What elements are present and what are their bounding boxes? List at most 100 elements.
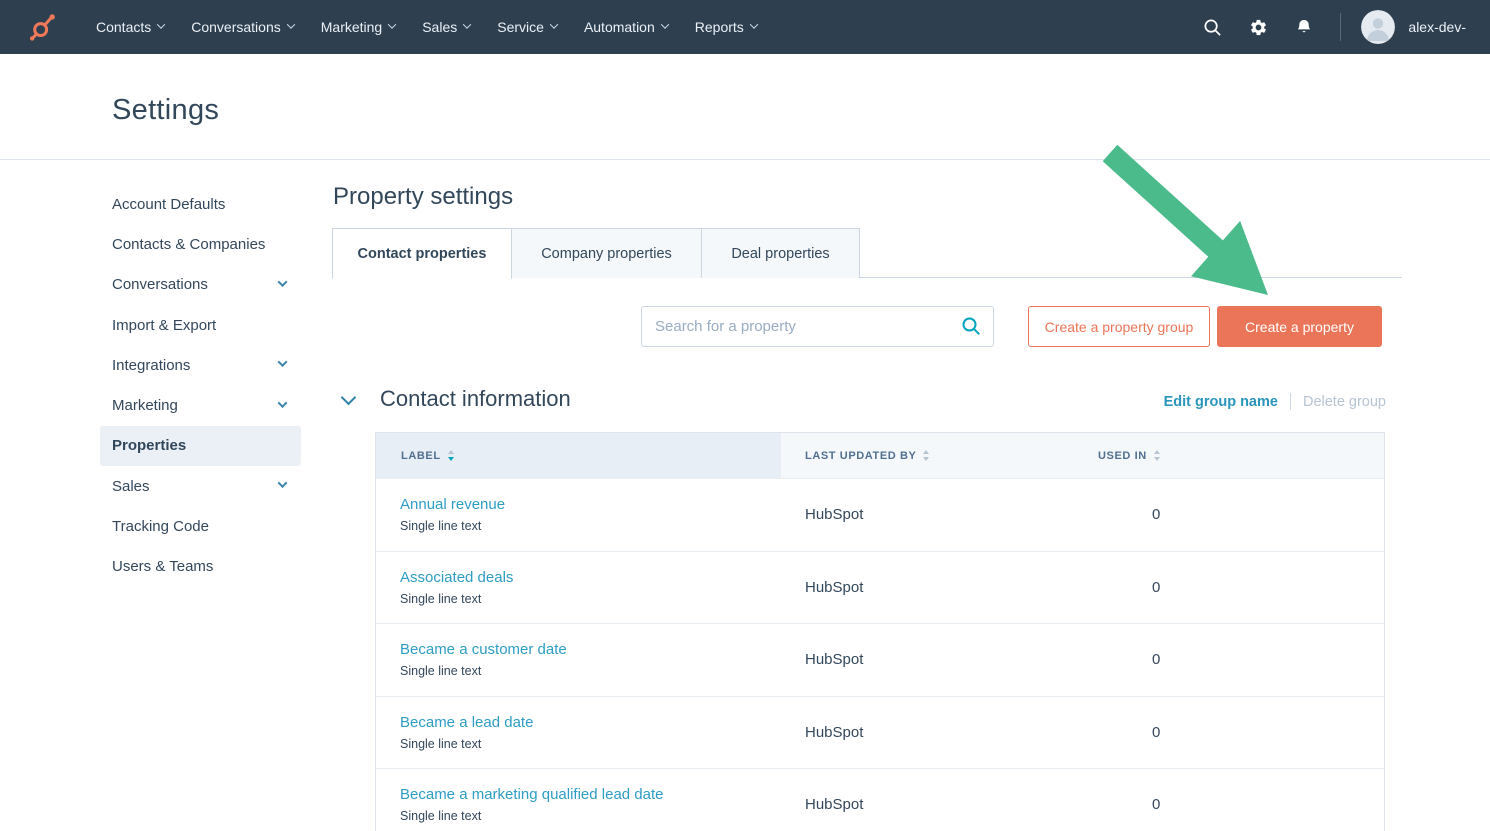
property-name-link[interactable]: Became a marketing qualified lead date	[400, 786, 781, 803]
sidebar-item-account-defaults[interactable]: Account Defaults	[100, 184, 301, 224]
sidebar-item-label: Properties	[112, 437, 186, 454]
chevron-down-icon	[463, 20, 471, 28]
updated-by-value: HubSpot	[781, 769, 1098, 831]
property-type: Single line text	[400, 737, 781, 751]
property-type: Single line text	[400, 664, 781, 678]
settings-sidebar: Account Defaults Contacts & Companies Co…	[100, 184, 301, 587]
sort-icon	[1154, 450, 1160, 461]
table-row: Associated deals Single line text HubSpo…	[376, 551, 1384, 624]
create-property-button[interactable]: Create a property	[1217, 306, 1382, 347]
hubspot-logo-icon[interactable]	[28, 12, 58, 42]
contact-information-group-header: Contact information Edit group name Dele…	[332, 384, 1402, 418]
gear-icon[interactable]	[1248, 17, 1268, 37]
nav-item-marketing[interactable]: Marketing	[321, 19, 395, 35]
sidebar-item-users-teams[interactable]: Users & Teams	[100, 547, 301, 587]
property-search	[641, 306, 994, 347]
sidebar-item-label: Sales	[112, 478, 150, 495]
chevron-down-icon	[550, 20, 558, 28]
property-name-link[interactable]: Associated deals	[400, 569, 781, 586]
updated-by-value: HubSpot	[781, 479, 1098, 551]
section-title: Property settings	[333, 183, 513, 211]
property-search-input[interactable]	[641, 306, 994, 347]
sort-icon	[923, 450, 929, 461]
nav-item-sales[interactable]: Sales	[422, 19, 470, 35]
tab-deal-properties[interactable]: Deal properties	[702, 228, 860, 278]
page-title: Settings	[112, 94, 219, 127]
edit-group-name-link[interactable]: Edit group name	[1164, 394, 1278, 410]
nav-label: Marketing	[321, 19, 382, 35]
sidebar-item-label: Contacts & Companies	[112, 236, 265, 253]
bell-icon[interactable]	[1294, 17, 1314, 37]
column-header-used-in[interactable]: USED IN	[1098, 433, 1384, 478]
updated-by-value: HubSpot	[781, 697, 1098, 769]
group-title: Contact information	[380, 386, 571, 412]
column-header-text: LAST UPDATED BY	[805, 450, 916, 462]
nav-item-reports[interactable]: Reports	[695, 19, 757, 35]
tab-contact-properties[interactable]: Contact properties	[332, 228, 512, 279]
chevron-down-icon	[278, 357, 288, 367]
actions-divider	[1290, 393, 1291, 410]
table-row: Became a lead date Single line text HubS…	[376, 696, 1384, 769]
sidebar-item-marketing[interactable]: Marketing	[100, 385, 301, 425]
column-header-text: LABEL	[401, 450, 441, 462]
used-in-value: 0	[1098, 624, 1384, 696]
column-header-label[interactable]: LABEL	[376, 433, 781, 478]
sidebar-item-integrations[interactable]: Integrations	[100, 345, 301, 385]
sidebar-item-tracking-code[interactable]: Tracking Code	[100, 506, 301, 546]
nav-label: Contacts	[96, 19, 151, 35]
delete-group-link: Delete group	[1303, 394, 1386, 410]
nav-item-service[interactable]: Service	[497, 19, 557, 35]
used-in-value: 0	[1098, 552, 1384, 624]
updated-by-value: HubSpot	[781, 552, 1098, 624]
account-name[interactable]: alex-dev-	[1408, 19, 1466, 35]
chevron-down-icon	[661, 20, 669, 28]
sidebar-item-label: Integrations	[112, 357, 190, 374]
sidebar-item-conversations[interactable]: Conversations	[100, 265, 301, 305]
nav-label: Reports	[695, 19, 744, 35]
property-type: Single line text	[400, 809, 781, 823]
tab-company-properties[interactable]: Company properties	[512, 228, 702, 278]
property-name-link[interactable]: Annual revenue	[400, 496, 781, 513]
column-header-text: USED IN	[1098, 450, 1147, 462]
sidebar-item-label: Tracking Code	[112, 518, 209, 535]
sidebar-item-sales[interactable]: Sales	[100, 466, 301, 506]
sidebar-item-label: Users & Teams	[112, 558, 213, 575]
nav-item-automation[interactable]: Automation	[584, 19, 668, 35]
table-row: Became a customer date Single line text …	[376, 623, 1384, 696]
table-header: LABEL LAST UPDATED BY USED IN	[376, 433, 1384, 478]
sort-icon	[448, 450, 454, 461]
chevron-down-icon	[287, 20, 295, 28]
table-row: Annual revenue Single line text HubSpot …	[376, 478, 1384, 551]
create-property-group-button[interactable]: Create a property group	[1028, 306, 1210, 347]
nav-item-contacts[interactable]: Contacts	[96, 19, 164, 35]
properties-table: LABEL LAST UPDATED BY USED IN Annual rev…	[375, 432, 1385, 831]
property-name-link[interactable]: Became a customer date	[400, 641, 781, 658]
search-icon[interactable]	[1202, 17, 1222, 37]
chevron-down-icon	[278, 277, 288, 287]
nav-item-conversations[interactable]: Conversations	[191, 19, 294, 35]
sidebar-item-contacts-companies[interactable]: Contacts & Companies	[100, 224, 301, 264]
settings-header: Settings	[0, 54, 1490, 160]
nav-label: Service	[497, 19, 544, 35]
sidebar-item-label: Conversations	[112, 276, 208, 293]
nav-label: Conversations	[191, 19, 281, 35]
group-actions: Edit group name Delete group	[1164, 393, 1386, 410]
sidebar-item-label: Import & Export	[112, 317, 216, 334]
sidebar-item-import-export[interactable]: Import & Export	[100, 305, 301, 345]
nav-label: Automation	[584, 19, 655, 35]
collapse-chevron-icon[interactable]	[341, 390, 357, 406]
top-navigation-bar: Contacts Conversations Marketing Sales S…	[0, 0, 1490, 54]
hubspot-settings-page: Contacts Conversations Marketing Sales S…	[0, 0, 1490, 831]
avatar[interactable]	[1361, 10, 1395, 44]
used-in-value: 0	[1098, 769, 1384, 831]
sidebar-item-properties[interactable]: Properties	[100, 426, 301, 466]
chevron-down-icon	[750, 20, 758, 28]
property-type: Single line text	[400, 519, 781, 533]
sidebar-item-label: Marketing	[112, 397, 178, 414]
search-icon[interactable]	[961, 316, 981, 341]
property-name-link[interactable]: Became a lead date	[400, 714, 781, 731]
chevron-down-icon	[278, 398, 288, 408]
primary-nav-menu: Contacts Conversations Marketing Sales S…	[96, 19, 757, 35]
nav-right-cluster: alex-dev-	[1176, 10, 1466, 44]
column-header-last-updated-by[interactable]: LAST UPDATED BY	[781, 433, 1098, 478]
